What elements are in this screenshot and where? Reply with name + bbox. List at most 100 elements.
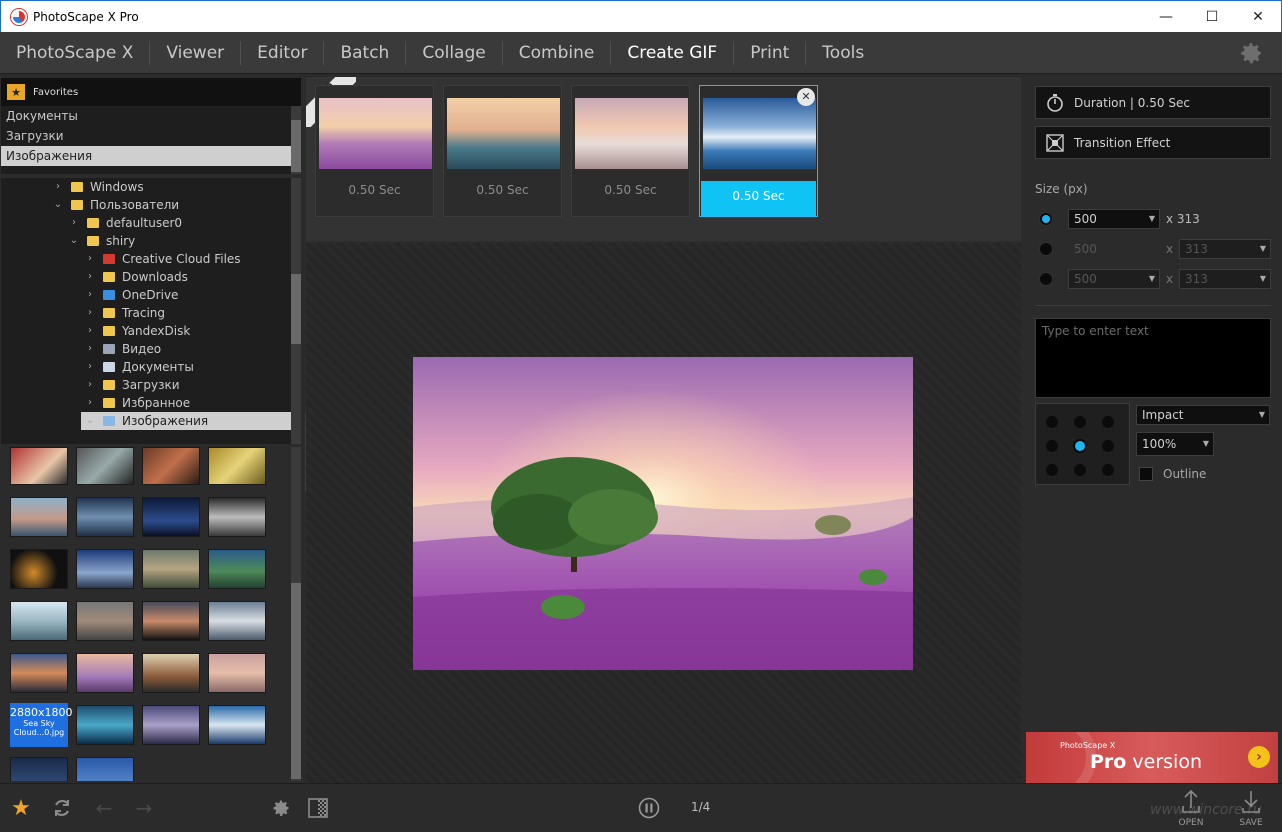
menu-collage[interactable]: Collage xyxy=(406,40,503,65)
thumbnail[interactable] xyxy=(76,757,134,781)
thumbnail[interactable] xyxy=(10,497,68,537)
tree-item[interactable]: › YandexDisk xyxy=(1,322,291,340)
gif-frame[interactable]: 0.50 Sec xyxy=(571,85,690,217)
maximize-button[interactable]: ☐ xyxy=(1189,1,1235,33)
thumbnail[interactable] xyxy=(142,653,200,693)
frame-duration[interactable]: 0.50 Sec xyxy=(444,183,561,197)
thumbnail[interactable] xyxy=(142,549,200,589)
position-dot[interactable] xyxy=(1046,464,1058,476)
tree-item[interactable]: › defaultuser0 xyxy=(1,214,291,232)
thumbnail[interactable] xyxy=(10,653,68,693)
position-dot[interactable] xyxy=(1046,416,1058,428)
thumbnail[interactable] xyxy=(208,705,266,745)
save-button[interactable]: SAVE xyxy=(1231,788,1271,830)
scroll-thumb[interactable] xyxy=(291,274,301,344)
thumbnail[interactable] xyxy=(10,757,68,781)
gif-frame[interactable]: 0.50 Sec xyxy=(443,85,562,217)
menu-create-gif[interactable]: Create GIF xyxy=(611,40,735,65)
tree-item[interactable]: › Загрузки xyxy=(1,376,291,394)
menu-combine[interactable]: Combine xyxy=(503,40,612,65)
pro-version-banner[interactable]: PhotoScape X Pro version › xyxy=(1026,732,1278,783)
arrow-left-icon[interactable]: ← xyxy=(92,796,116,820)
open-button[interactable]: OPEN xyxy=(1171,788,1211,830)
thumbnail[interactable] xyxy=(76,497,134,537)
font-select[interactable]: Impact ▼ xyxy=(1136,405,1270,425)
thumbnail[interactable] xyxy=(76,601,134,641)
favorites-header[interactable]: ★ Favorites xyxy=(1,78,301,106)
position-dot[interactable] xyxy=(1102,440,1114,452)
text-input[interactable]: Type to enter text xyxy=(1035,318,1271,398)
thumbnail[interactable] xyxy=(142,497,200,537)
chevron-right-icon[interactable]: › xyxy=(53,178,63,196)
tree-item[interactable]: › Документы xyxy=(1,358,291,376)
size-option-radio[interactable] xyxy=(1039,272,1053,286)
tree-item[interactable]: › Creative Cloud Files xyxy=(1,250,291,268)
menu-viewer[interactable]: Viewer xyxy=(150,40,242,65)
menu-tools[interactable]: Tools xyxy=(806,41,880,65)
thumbnail[interactable] xyxy=(76,705,134,745)
transition-effect-button[interactable]: Transition Effect xyxy=(1035,126,1271,159)
tree-item[interactable]: › Downloads xyxy=(1,268,291,286)
chevron-right-icon[interactable]: › xyxy=(85,394,95,412)
scroll-thumb[interactable] xyxy=(291,120,301,172)
gear-icon[interactable] xyxy=(1238,40,1264,66)
tree-scrollbar[interactable] xyxy=(291,178,301,444)
pause-icon[interactable] xyxy=(637,796,661,820)
thumbnail[interactable] xyxy=(76,447,134,485)
chevron-down-icon[interactable]: ⌄ xyxy=(69,232,79,250)
position-dot[interactable] xyxy=(1102,416,1114,428)
chevron-right-icon[interactable]: › xyxy=(85,250,95,268)
gear-icon[interactable] xyxy=(269,796,293,820)
thumbnail[interactable] xyxy=(142,705,200,745)
position-dot[interactable] xyxy=(1074,416,1086,428)
chevron-right-icon[interactable]: › xyxy=(85,340,95,358)
menu-batch[interactable]: Batch xyxy=(324,40,407,65)
chevron-down-icon[interactable]: ⌄ xyxy=(85,412,95,430)
thumbnail[interactable] xyxy=(142,447,200,485)
position-dot-selected[interactable] xyxy=(1073,439,1087,453)
chevron-right-icon[interactable]: › xyxy=(69,214,79,232)
checkerboard-icon[interactable] xyxy=(306,796,330,820)
gif-frame[interactable]: 0.50 Sec xyxy=(315,85,434,217)
thumbnail[interactable] xyxy=(208,447,266,485)
scroll-thumb[interactable] xyxy=(291,583,301,779)
size-option-radio[interactable] xyxy=(1039,212,1053,226)
chevron-down-icon[interactable]: ⌄ xyxy=(53,196,63,214)
chevron-right-icon[interactable]: › xyxy=(85,268,95,286)
favorites-scrollbar[interactable] xyxy=(291,106,301,174)
tree-item[interactable]: › Windows xyxy=(1,178,291,196)
gif-frame-selected[interactable]: ✕ 0.50 Sec xyxy=(699,85,818,217)
thumbnail[interactable] xyxy=(10,447,68,485)
tree-item[interactable]: ⌄ Пользователи xyxy=(1,196,291,214)
menu-editor[interactable]: Editor xyxy=(241,40,325,65)
thumbnail[interactable] xyxy=(10,601,68,641)
thumbnail-scrollbar[interactable] xyxy=(291,447,301,781)
chevron-right-icon[interactable]: › xyxy=(85,286,95,304)
menu-print[interactable]: Print xyxy=(734,40,807,65)
arrow-right-icon[interactable]: › xyxy=(1248,746,1270,768)
chevron-right-icon[interactable]: › xyxy=(85,322,95,340)
chevron-right-icon[interactable]: › xyxy=(85,304,95,322)
thumbnail[interactable] xyxy=(208,549,266,589)
tree-item[interactable]: › OneDrive xyxy=(1,286,291,304)
outline-checkbox[interactable] xyxy=(1139,467,1153,481)
thumbnail[interactable] xyxy=(208,601,266,641)
thumbnail[interactable] xyxy=(10,549,68,589)
position-dot[interactable] xyxy=(1102,464,1114,476)
frame-duration[interactable]: 0.50 Sec xyxy=(572,183,689,197)
tree-item-selected[interactable]: ⌄ Изображения xyxy=(81,412,291,430)
tree-item[interactable]: ⌄ shiry xyxy=(1,232,291,250)
size-option-radio[interactable] xyxy=(1039,242,1053,256)
thumbnail[interactable] xyxy=(76,549,134,589)
thumbnail-selected[interactable]: 2880x1800 Sea Sky Cloud...0.jpg xyxy=(10,703,73,747)
close-button[interactable]: ✕ xyxy=(1235,1,1281,33)
thumbnail[interactable] xyxy=(142,601,200,641)
position-dot[interactable] xyxy=(1074,464,1086,476)
chevron-right-icon[interactable]: › xyxy=(85,376,95,394)
arrow-right-icon[interactable]: → xyxy=(132,796,156,820)
menu-photoscape-x[interactable]: PhotoScape X xyxy=(0,40,151,65)
tree-item[interactable]: › Избранное xyxy=(1,394,291,412)
remove-frame-icon[interactable]: ✕ xyxy=(797,88,815,106)
thumbnail[interactable] xyxy=(208,497,266,537)
width-select[interactable]: 500 ▼ xyxy=(1068,209,1160,229)
